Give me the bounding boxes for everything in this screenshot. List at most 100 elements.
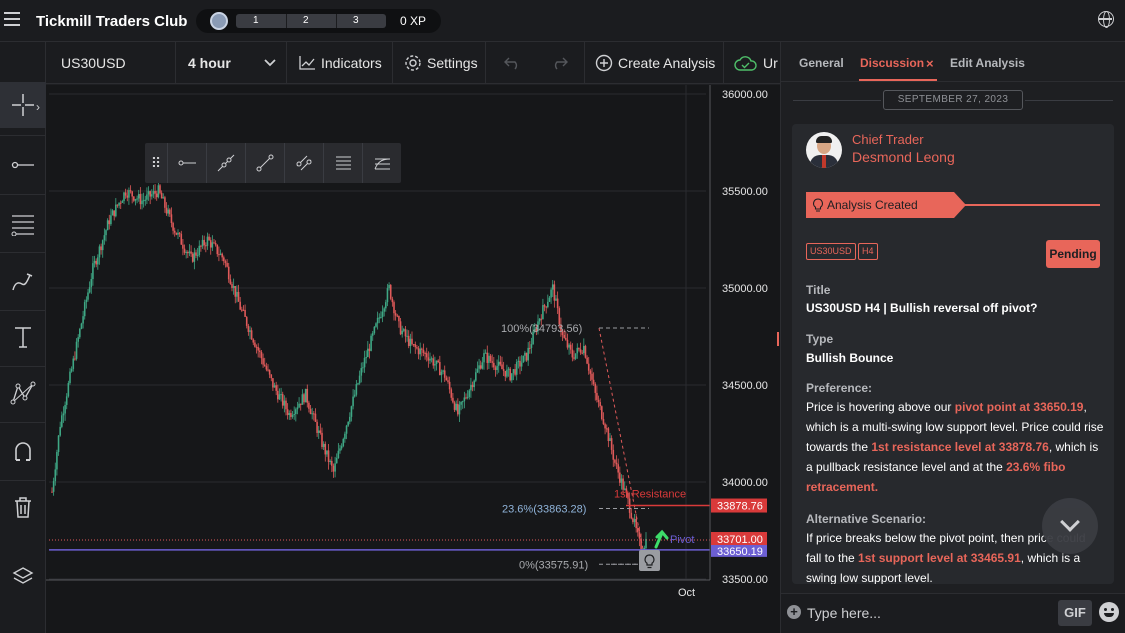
candle-body xyxy=(317,430,320,433)
candle-body xyxy=(398,315,400,322)
trash-tool[interactable] xyxy=(0,484,46,530)
extended-line-tool[interactable] xyxy=(206,143,245,183)
candle-body xyxy=(563,334,565,338)
upload-button[interactable]: Ur xyxy=(724,42,780,84)
symbol-chip: US30USD xyxy=(806,243,856,260)
emoji-icon[interactable] xyxy=(1099,602,1119,622)
candle-body xyxy=(619,472,621,483)
candle-body xyxy=(373,326,376,334)
candle-body xyxy=(417,348,420,355)
brush-tool[interactable] xyxy=(0,258,46,304)
candle-body xyxy=(92,263,94,280)
candle-body xyxy=(218,254,220,256)
level-2-label: 2 xyxy=(303,15,309,26)
author-name[interactable]: Desmond Leong xyxy=(852,149,955,165)
candle-body xyxy=(224,261,227,263)
attach-plus-icon[interactable]: + xyxy=(787,605,801,619)
candle-body xyxy=(335,458,338,464)
candle-body xyxy=(252,339,255,343)
type-value: Bullish Bounce xyxy=(806,351,894,365)
candle-body xyxy=(245,316,248,326)
candle-body xyxy=(239,301,241,310)
horizontal-line-tool[interactable] xyxy=(0,142,46,188)
divider xyxy=(0,252,46,253)
candle-body xyxy=(308,402,310,409)
candle-body xyxy=(579,349,582,353)
text-tool[interactable] xyxy=(0,314,46,360)
candle-body xyxy=(475,372,477,381)
candle-body xyxy=(59,426,61,436)
candle-body xyxy=(268,370,271,375)
fib-lines-tool[interactable] xyxy=(0,200,46,246)
trend-line-tool[interactable] xyxy=(245,143,284,183)
candle-body xyxy=(288,413,291,416)
tab-edit-analysis[interactable]: Edit Analysis xyxy=(950,56,1025,70)
candle-body xyxy=(193,252,196,262)
candle-body xyxy=(339,448,341,451)
candle-body xyxy=(385,302,387,309)
undo-icon[interactable] xyxy=(504,56,522,70)
candle-body xyxy=(93,260,96,264)
candle-body xyxy=(458,404,461,415)
candle-body xyxy=(542,305,544,320)
status-badge[interactable]: Pending xyxy=(1046,240,1100,268)
candle-body xyxy=(403,329,405,331)
candle-body xyxy=(79,328,81,338)
hlines-tool[interactable] xyxy=(323,143,362,183)
magnet-tool[interactable] xyxy=(0,428,46,474)
candle-body xyxy=(128,190,130,198)
candle-body xyxy=(254,342,256,347)
tab-close-icon[interactable]: × xyxy=(926,56,934,71)
gif-button[interactable]: GIF xyxy=(1058,600,1092,626)
candle-body xyxy=(80,323,83,329)
ray-icon xyxy=(178,160,196,166)
redo-icon[interactable] xyxy=(550,56,568,70)
message-input[interactable] xyxy=(807,602,1052,624)
pattern-tool[interactable] xyxy=(0,370,46,416)
candle-body xyxy=(219,253,222,255)
candle-body xyxy=(553,284,556,301)
candle-body xyxy=(607,428,610,442)
candle-body xyxy=(304,388,307,403)
grip-icon[interactable]: ⠿ xyxy=(145,155,167,172)
candle-body xyxy=(324,443,327,455)
candle-body xyxy=(188,251,191,254)
candle-body xyxy=(61,415,63,427)
candle-body xyxy=(352,396,354,407)
create-analysis-button[interactable]: Create Analysis xyxy=(585,42,724,84)
tab-discussion[interactable]: Discussion xyxy=(860,56,924,70)
candle-body xyxy=(421,348,423,350)
candle-body xyxy=(70,368,73,372)
ray-tool[interactable] xyxy=(167,143,206,183)
candle-body xyxy=(101,240,104,251)
horizontal-line-icon xyxy=(11,161,34,169)
candle-body xyxy=(460,401,462,405)
preference-label: Preference: xyxy=(806,381,873,395)
fib-fan-tool[interactable] xyxy=(362,143,401,183)
interval-dropdown[interactable]: 4 hour xyxy=(176,42,287,84)
candle-body xyxy=(281,394,284,406)
candle-body xyxy=(331,460,333,466)
candle-body xyxy=(412,344,415,346)
symbol-selector[interactable]: US30USD xyxy=(46,42,176,84)
tab-general[interactable]: General xyxy=(799,56,844,70)
candle-body xyxy=(633,519,636,523)
settings-button[interactable]: Settings xyxy=(393,42,486,84)
candle-body xyxy=(299,403,302,405)
candle-body xyxy=(601,406,603,420)
candle-body xyxy=(342,438,345,447)
candle-body xyxy=(574,353,577,359)
candle-body xyxy=(488,355,490,363)
scroll-down-button[interactable] xyxy=(1042,498,1098,554)
indicators-icon xyxy=(299,56,315,70)
candle-body xyxy=(103,235,106,241)
candle-body xyxy=(497,361,500,366)
title-value: US30USD H4 | Bullish reversal off pivot? xyxy=(806,301,1038,315)
parallel-line-tool[interactable] xyxy=(284,143,323,183)
hamburger-icon[interactable] xyxy=(4,12,20,28)
chevron-right-icon[interactable]: › xyxy=(36,100,40,114)
indicators-button[interactable]: Indicators xyxy=(287,42,393,84)
drawing-toolbar: ⠿ xyxy=(145,143,401,183)
globe-icon[interactable] xyxy=(1098,11,1114,28)
layers-tool[interactable] xyxy=(0,554,46,600)
